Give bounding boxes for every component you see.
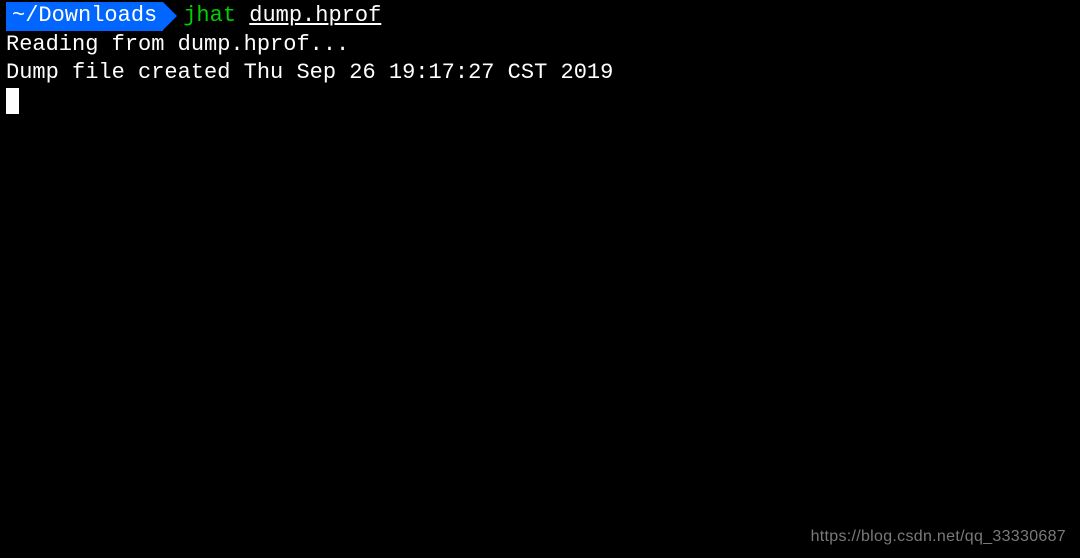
cursor-line (6, 88, 1074, 117)
command-name: jhat (183, 2, 236, 31)
command-argument: dump.hprof (249, 2, 381, 31)
prompt-line[interactable]: ~/Downloads jhat dump.hprof (6, 2, 1074, 31)
command-space (236, 2, 249, 31)
output-line-1: Reading from dump.hprof... (6, 31, 1074, 60)
terminal-cursor (6, 88, 19, 114)
prompt-arrow-icon (163, 2, 177, 30)
output-line-2: Dump file created Thu Sep 26 19:17:27 CS… (6, 59, 1074, 88)
watermark: https://blog.csdn.net/qq_33330687 (811, 527, 1066, 548)
prompt-path: ~/Downloads (6, 2, 163, 31)
